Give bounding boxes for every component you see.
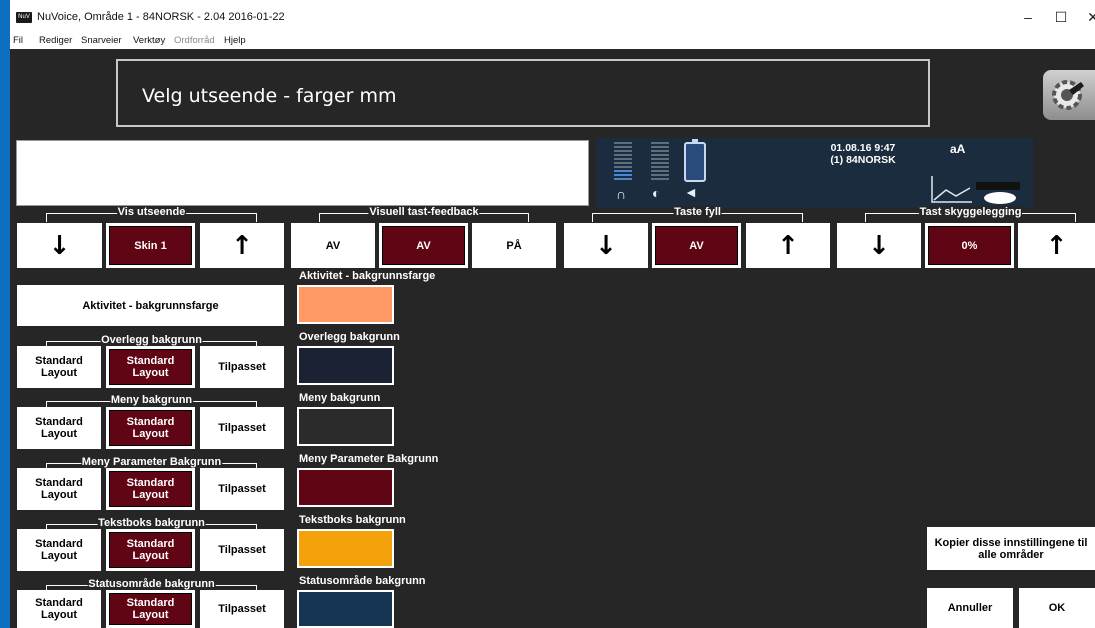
speaker-icon: ◐: [652, 185, 661, 201]
gear-icon: [1052, 80, 1084, 110]
textbox-swatch-label: Tekstboks bakgrunn: [299, 514, 406, 526]
status-standard-button[interactable]: Standard Layout: [17, 590, 101, 628]
ok-button[interactable]: OK: [1019, 588, 1095, 628]
group-tast-skygge: Tast skyggelegging: [865, 206, 1076, 222]
volume-level-icon: [614, 142, 632, 186]
fill-value-button[interactable]: AV: [652, 223, 741, 268]
activity-bg-button[interactable]: Aktivitet - bakgrunnsfarge: [17, 285, 284, 326]
menu-color-swatch[interactable]: [297, 407, 394, 446]
page-title: Velg utseende - farger mm: [142, 85, 397, 107]
menu-param-standard-button[interactable]: Standard Layout: [17, 468, 101, 510]
app-icon: NuV: [16, 12, 32, 23]
group-vis-utseende: Vis utseende: [46, 206, 257, 222]
option-label: Standard Layout: [126, 416, 175, 440]
menu-param-swatch-label: Meny Parameter Bakgrunn: [299, 453, 439, 465]
menu-custom-button[interactable]: Tilpasset: [200, 407, 284, 449]
status-swatch-label: Statusområde bakgrunn: [299, 575, 426, 587]
status-datetime: 01.08.16 9:47: [830, 142, 896, 154]
feedback-selected-button[interactable]: AV: [379, 223, 468, 268]
app-window: NuV NuVoice, Område 1 - 84NORSK - 2.04 2…: [0, 0, 1095, 628]
activity-swatch-label: Aktivitet - bakgrunnsfarge: [299, 270, 436, 282]
status-profile: (1) 84NORSK: [830, 154, 896, 166]
copy-to-all-button[interactable]: Kopier disse innstillingene til alle omr…: [927, 527, 1095, 570]
group-label: Meny bakgrunn: [109, 394, 194, 406]
close-button[interactable]: ✕: [1076, 6, 1095, 28]
group-label: Visuell tast-feedback: [368, 206, 480, 218]
font-size-icon: aA: [950, 142, 966, 156]
overlay-custom-button[interactable]: Tilpasset: [200, 346, 284, 388]
menu-verktoy[interactable]: Verktøy: [133, 35, 165, 46]
feedback-value: AV: [416, 239, 431, 252]
textbox-color-swatch[interactable]: [297, 529, 394, 568]
group-label: Tekstboks bakgrunn: [97, 517, 206, 529]
maximize-button[interactable]: ☐: [1044, 6, 1078, 28]
menu-ordforrad[interactable]: Ordforråd: [174, 35, 215, 46]
minimize-button[interactable]: –: [1011, 6, 1045, 28]
skin-value-button[interactable]: Skin 1: [106, 223, 195, 268]
group-label: Statusområde bakgrunn: [87, 578, 216, 590]
group-label: Overlegg bakgrunn: [100, 334, 203, 346]
option-label: Standard Layout: [126, 477, 175, 501]
overlay-color-swatch[interactable]: [297, 346, 394, 385]
option-label: Standard Layout: [126, 597, 175, 621]
option-label: Standard Layout: [126, 538, 175, 562]
window-title: NuVoice, Område 1 - 84NORSK - 2.04 2016-…: [37, 11, 285, 23]
textbox-standard-selected-button[interactable]: Standard Layout: [106, 529, 195, 571]
menu-standard-button[interactable]: Standard Layout: [17, 407, 101, 449]
battery-icon: [684, 139, 706, 182]
status-area: ∩ ◐ ◄ 01.08.16 9:47 (1) 84NORSK aA: [596, 138, 1033, 208]
message-text-area[interactable]: [16, 140, 589, 206]
fill-value: AV: [689, 239, 704, 252]
status-custom-button[interactable]: Tilpasset: [200, 590, 284, 628]
skin-next-button[interactable]: ↑: [200, 223, 284, 268]
group-label: Taste fyll: [673, 206, 722, 218]
menu-rediger[interactable]: Rediger: [39, 35, 72, 46]
skin-prev-button[interactable]: ↓: [17, 223, 102, 268]
group-taste-fyll: Taste fyll: [592, 206, 803, 222]
option-label: Standard Layout: [126, 355, 175, 379]
title-bar: NuV NuVoice, Område 1 - 84NORSK - 2.04 2…: [10, 0, 1095, 34]
menu-fil[interactable]: Fil: [13, 35, 23, 46]
group-visuell-feedback: Visuell tast-feedback: [319, 206, 529, 222]
overlay-swatch-label: Overlegg bakgrunn: [299, 331, 400, 343]
menu-snarveier[interactable]: Snarveier: [81, 35, 122, 46]
status-color-swatch[interactable]: [297, 590, 394, 628]
shadow-value: 0%: [961, 239, 978, 252]
menu-param-custom-button[interactable]: Tilpasset: [200, 468, 284, 510]
fill-next-button[interactable]: ↑: [746, 223, 830, 268]
group-label: Tast skyggelegging: [918, 206, 1023, 218]
menu-param-color-swatch[interactable]: [297, 468, 394, 507]
menu-standard-selected-button[interactable]: Standard Layout: [106, 407, 195, 449]
menu-hjelp[interactable]: Hjelp: [224, 35, 246, 46]
fill-prev-button[interactable]: ↓: [564, 223, 648, 268]
headphones-icon: ∩: [616, 186, 627, 202]
power-plug-icon: ◄: [684, 184, 698, 200]
status-standard-selected-button[interactable]: Standard Layout: [106, 590, 195, 628]
shadow-next-button[interactable]: ↑: [1018, 223, 1095, 268]
group-label: Vis utseende: [116, 206, 187, 218]
feedback-off-button[interactable]: AV: [291, 223, 375, 268]
settings-button[interactable]: [1043, 70, 1095, 120]
shadow-prev-button[interactable]: ↓: [837, 223, 921, 268]
feedback-on-button[interactable]: PÅ: [472, 223, 556, 268]
overlay-standard-button[interactable]: Standard Layout: [17, 346, 101, 388]
textbox-standard-button[interactable]: Standard Layout: [17, 529, 101, 571]
menu-bar: Fil Rediger Snarveier Verktøy Ordforråd …: [10, 34, 1095, 49]
textbox-custom-button[interactable]: Tilpasset: [200, 529, 284, 571]
menu-param-standard-selected-button[interactable]: Standard Layout: [106, 468, 195, 510]
group-label: Meny Parameter Bakgrunn: [80, 456, 223, 468]
cancel-button[interactable]: Annuller: [927, 588, 1013, 628]
overlay-standard-selected-button[interactable]: Standard Layout: [106, 346, 195, 388]
header-box: Velg utseende - farger mm: [116, 59, 930, 127]
keyboard-graph-icon: [931, 176, 1020, 204]
speech-rate-icon: [651, 142, 669, 186]
shadow-value-button[interactable]: 0%: [925, 223, 1014, 268]
skin-value: Skin 1: [134, 239, 167, 252]
window-edge: [0, 0, 10, 628]
menu-swatch-label: Meny bakgrunn: [299, 392, 381, 404]
activity-color-swatch[interactable]: [297, 285, 394, 324]
